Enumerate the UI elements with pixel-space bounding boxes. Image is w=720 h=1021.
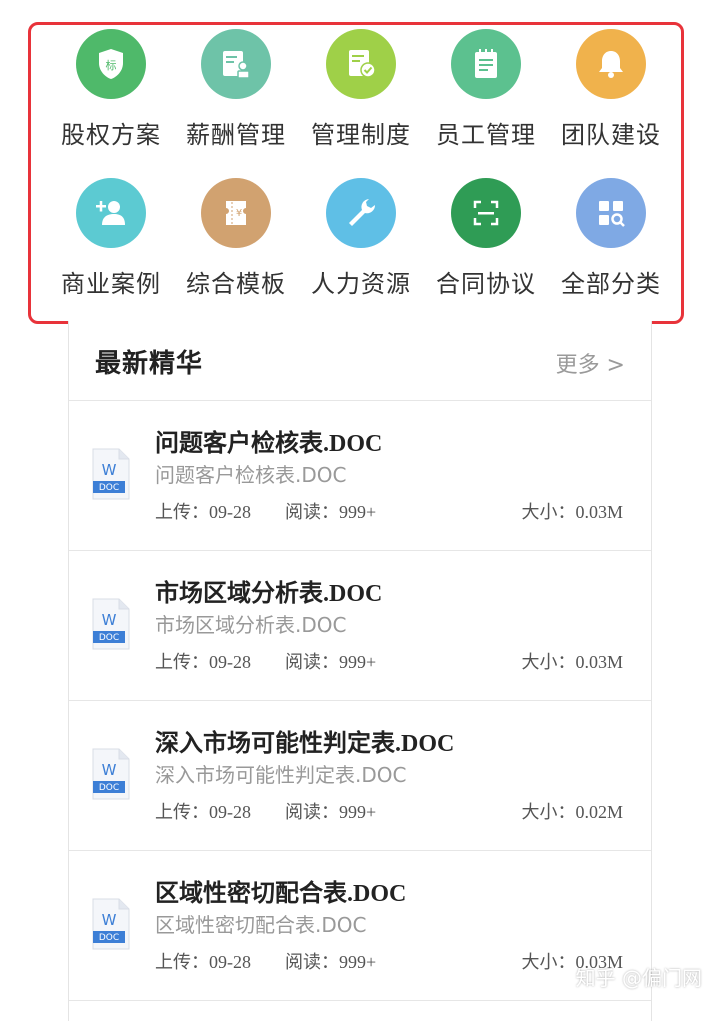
list-item[interactable]: W DOC 深入市场可能性判定表.DOC 深入市场可能性判定表.DOC 上传：0… (69, 701, 651, 851)
doc-icon-tag: DOC (99, 483, 119, 493)
category-label: 全部分类 (561, 270, 661, 298)
add-user-icon (76, 178, 146, 248)
doc-icon-letter: W (102, 461, 117, 479)
word-doc-icon: W DOC (92, 598, 130, 650)
category-all[interactable]: 全部分类 (548, 178, 674, 308)
category-label: 合同协议 (436, 270, 536, 298)
item-subtitle: 市场区域分析表.DOC (155, 613, 347, 637)
item-subtitle: 深入市场可能性判定表.DOC (155, 763, 407, 787)
category-hr[interactable]: 人力资源 (298, 178, 424, 308)
category-equity[interactable]: 标 股权方案 (48, 29, 174, 159)
shield-icon: 标 (76, 29, 146, 99)
category-grid: 标 股权方案 薪酬管理 管理制度 员工管理 团队建设 商业案例 ¥ 综合模板 人… (28, 22, 684, 324)
read-count: 阅读：999+ (285, 502, 377, 522)
latest-panel: 最新精华 更多 > W DOC 问题客户检核表.DOC 问题客户检核表.DOC … (68, 321, 652, 1021)
scan-icon (451, 178, 521, 248)
category-label: 人力资源 (311, 270, 411, 298)
word-doc-icon: W DOC (92, 448, 130, 500)
category-business-case[interactable]: 商业案例 (48, 178, 174, 308)
category-label: 团队建设 (561, 121, 661, 149)
category-salary[interactable]: 薪酬管理 (173, 29, 299, 159)
doc-icon-letter: W (102, 761, 117, 779)
list-item[interactable]: W DOC 市场区域分析表.DOC 市场区域分析表.DOC 上传：09-28 阅… (69, 551, 651, 701)
word-doc-icon: W DOC (92, 898, 130, 950)
category-label: 薪酬管理 (186, 121, 286, 149)
more-link[interactable]: 更多 > (556, 347, 625, 379)
category-label: 综合模板 (186, 270, 286, 298)
document-check-icon (326, 29, 396, 99)
doc-icon-tag: DOC (99, 633, 119, 643)
item-title[interactable]: 深入市场可能性判定表.DOC (155, 723, 454, 758)
ticket-icon: ¥ (201, 178, 271, 248)
latest-header: 最新精华 更多 > (69, 321, 651, 401)
upload-date: 上传：09-28 (155, 652, 251, 672)
shield-glyph: 标 (106, 58, 117, 72)
category-policy[interactable]: 管理制度 (298, 29, 424, 159)
category-label: 商业案例 (61, 270, 161, 298)
item-title[interactable]: 市场区域分析表.DOC (155, 573, 382, 608)
upload-date: 上传：09-28 (155, 952, 251, 972)
upload-date: 上传：09-28 (155, 502, 251, 522)
category-label: 股权方案 (61, 121, 161, 149)
doc-icon-letter: W (102, 911, 117, 929)
word-doc-icon: W DOC (92, 748, 130, 800)
upload-date: 上传：09-28 (155, 802, 251, 822)
document-stamp-icon (201, 29, 271, 99)
ticket-glyph: ¥ (236, 208, 242, 219)
file-size: 大小：0.02M (521, 802, 623, 822)
item-subtitle: 问题客户检核表.DOC (155, 463, 347, 487)
category-template[interactable]: ¥ 综合模板 (173, 178, 299, 308)
read-count: 阅读：999+ (285, 802, 377, 822)
bell-icon (576, 29, 646, 99)
read-count: 阅读：999+ (285, 952, 377, 972)
item-title[interactable]: 区域性密切配合表.DOC (155, 873, 406, 908)
category-employee[interactable]: 员工管理 (423, 29, 549, 159)
grid-search-icon (576, 178, 646, 248)
watermark: 知乎 @偏门网 (575, 966, 702, 990)
wrench-icon (326, 178, 396, 248)
item-subtitle: 区域性密切配合表.DOC (155, 913, 367, 937)
clipboard-icon (451, 29, 521, 99)
category-team[interactable]: 团队建设 (548, 29, 674, 159)
read-count: 阅读：999+ (285, 652, 377, 672)
doc-icon-tag: DOC (99, 783, 119, 793)
file-size: 大小：0.03M (521, 502, 623, 522)
category-label: 员工管理 (436, 121, 536, 149)
doc-icon-letter: W (102, 611, 117, 629)
latest-title: 最新精华 (95, 349, 204, 379)
category-label: 管理制度 (311, 121, 411, 149)
item-title[interactable]: 问题客户检核表.DOC (155, 423, 382, 458)
doc-icon-tag: DOC (99, 933, 119, 943)
file-size: 大小：0.03M (521, 652, 623, 672)
category-contract[interactable]: 合同协议 (423, 178, 549, 308)
list-item[interactable]: W DOC 问题客户检核表.DOC 问题客户检核表.DOC 上传：09-28 阅… (69, 401, 651, 551)
list-item[interactable]: W DOC 区域性密切配合表.DOC 区域性密切配合表.DOC 上传：09-28… (69, 851, 651, 1001)
